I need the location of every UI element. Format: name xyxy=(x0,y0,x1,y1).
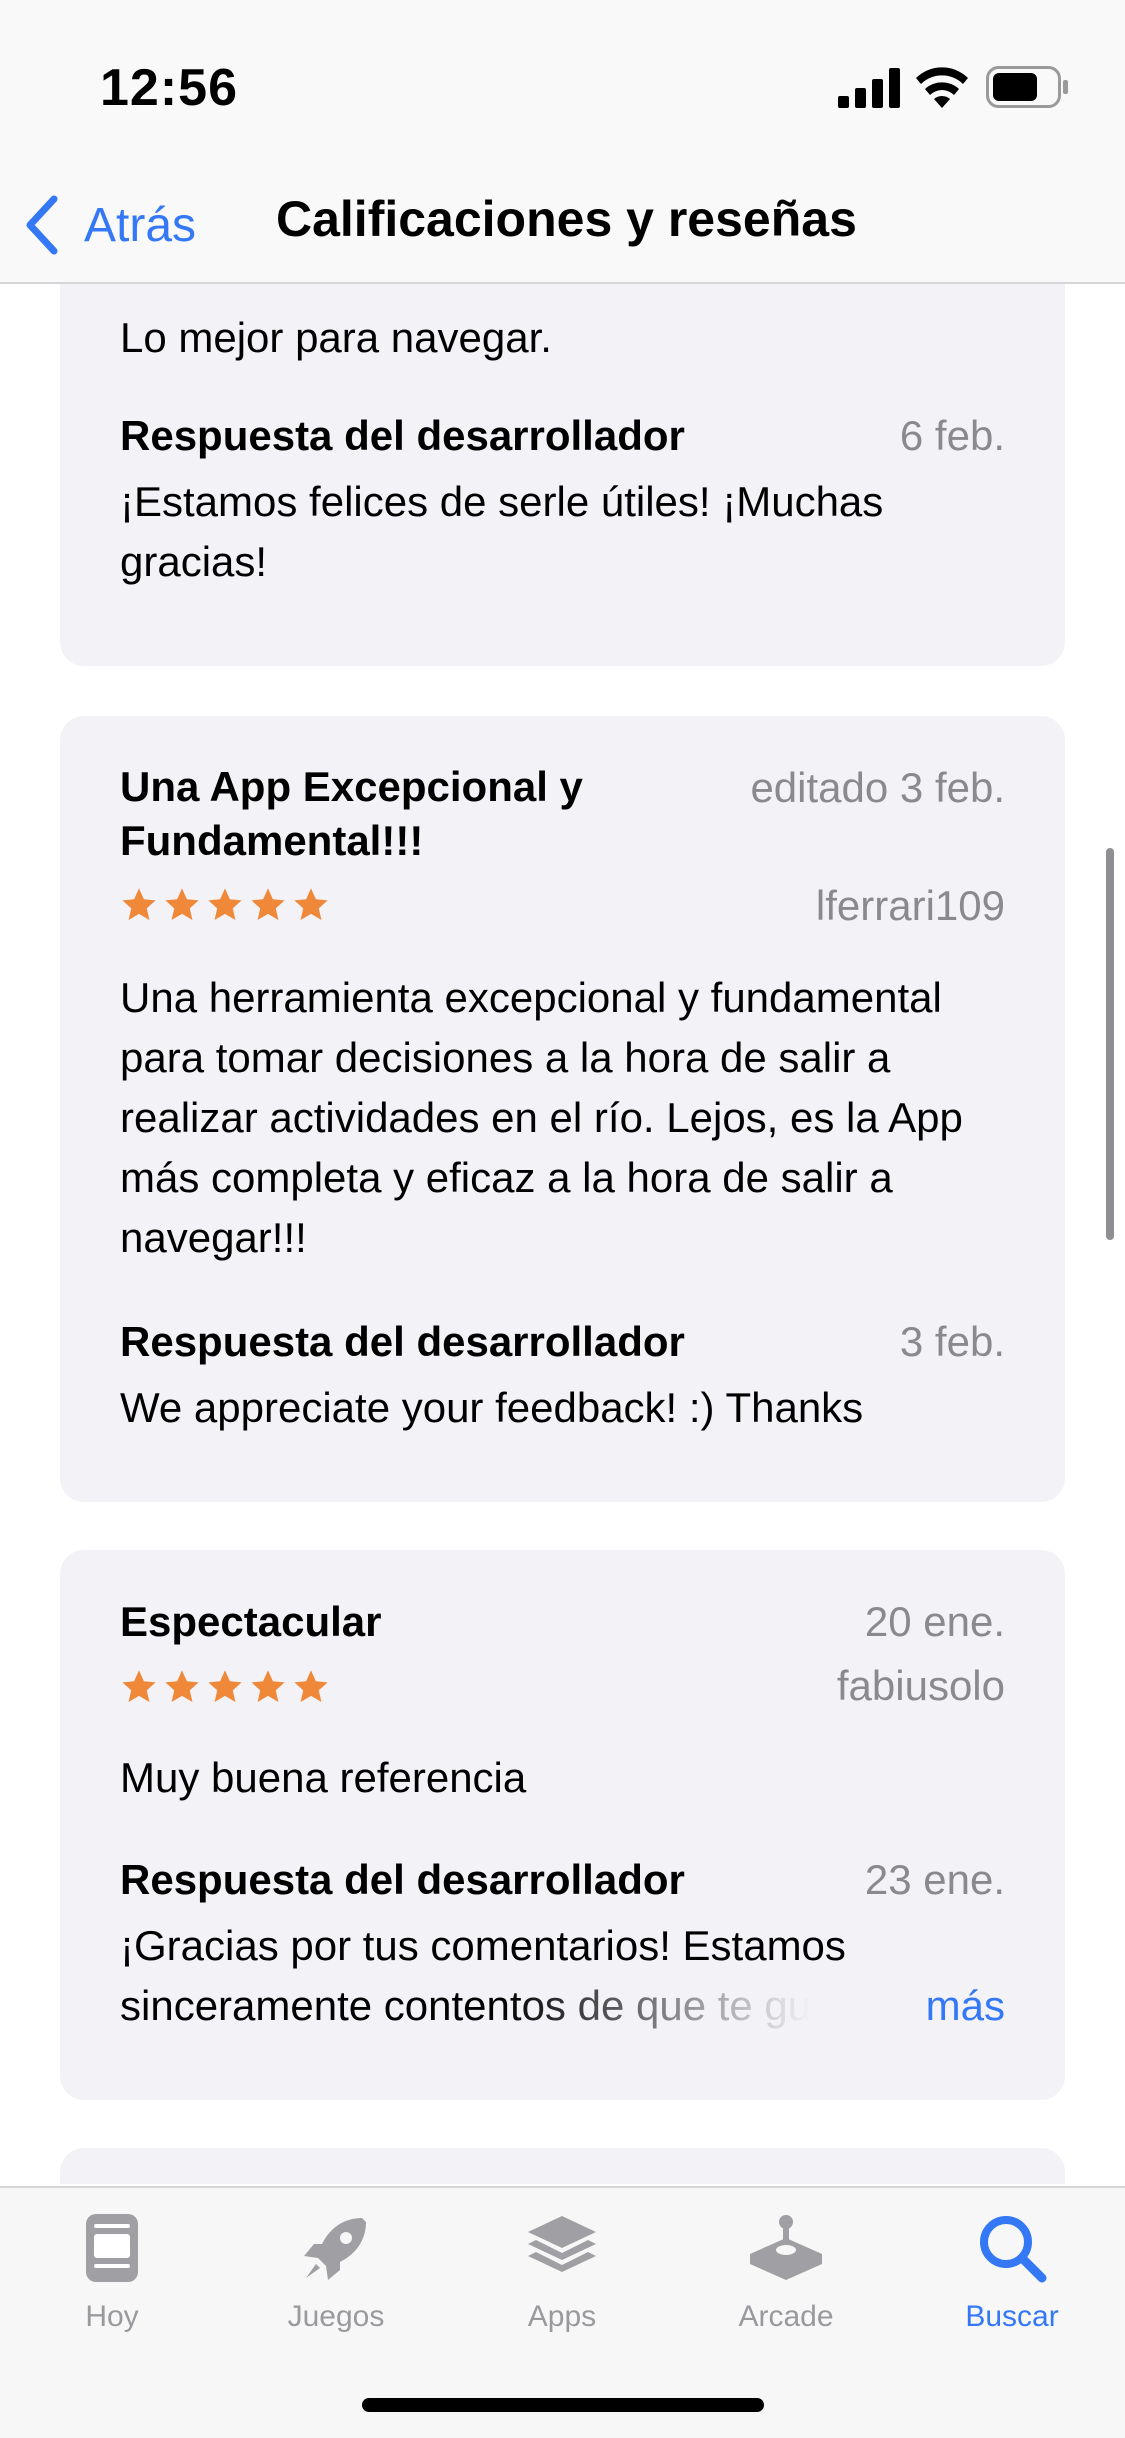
review-title: Una App Excepcional y Fundamental!!! xyxy=(120,763,583,864)
wifi-icon xyxy=(916,67,968,108)
star-icon xyxy=(251,1670,285,1703)
developer-response-header: Respuesta del desarrollador 3 feb. xyxy=(120,1318,1005,1378)
tab-today[interactable]: Hoy xyxy=(12,2208,212,2334)
tab-label: Hoy xyxy=(85,2300,139,2333)
search-icon xyxy=(980,2216,1047,2283)
tab-label: Arcade xyxy=(738,2300,834,2333)
review-date: 20 ene. xyxy=(864,1598,1005,1645)
developer-response-label: Respuesta del desarrollador xyxy=(120,1318,685,1365)
developer-response-text-line1: ¡Gracias por tus comentarios! Estamos xyxy=(120,1922,846,1969)
star-rating xyxy=(120,1668,335,1706)
star-rating xyxy=(120,886,335,924)
review-card[interactable]: Lo mejor para navegar. Respuesta del des… xyxy=(60,284,1065,666)
tab-label: Buscar xyxy=(965,2300,1059,2333)
home-indicator[interactable] xyxy=(362,2398,764,2412)
back-label: Atrás xyxy=(84,198,197,252)
battery-icon xyxy=(986,66,1068,108)
response-date: 3 feb. xyxy=(899,1318,1005,1365)
review-title: Espectacular xyxy=(120,1598,382,1645)
response-date: 23 ene. xyxy=(864,1856,1005,1903)
review-card[interactable]: Espectacular 20 ene. fabiusolo Muy buena… xyxy=(60,1550,1065,2100)
developer-response-text-line2: sinceramente contentos de que te gu más xyxy=(120,1976,1005,2036)
developer-response-text: We appreciate your feedback! :) Thanks xyxy=(120,1384,864,1431)
tab-arcade[interactable]: Arcade xyxy=(686,2208,886,2334)
today-icon xyxy=(86,2214,138,2282)
review-author: lferrari109 xyxy=(815,882,1005,929)
review-card[interactable] xyxy=(60,2148,1065,2184)
developer-response-label: Respuesta del desarrollador xyxy=(120,412,685,459)
review-date: editado 3 feb. xyxy=(750,764,1005,811)
tab-games[interactable]: Juegos xyxy=(236,2208,436,2334)
star-icon xyxy=(208,888,242,921)
more-link[interactable]: más xyxy=(926,1976,1005,2036)
star-icon xyxy=(122,888,156,921)
arcade-joystick-icon xyxy=(750,2215,822,2280)
developer-response-header: Respuesta del desarrollador 23 ene. xyxy=(120,1856,1005,1916)
apps-stack-icon xyxy=(528,2216,596,2272)
review-card[interactable]: Una App Excepcional y Fundamental!!! edi… xyxy=(60,716,1065,1502)
cellular-signal-icon xyxy=(838,68,900,108)
review-author: fabiusolo xyxy=(836,1662,1005,1709)
star-icon xyxy=(208,1670,242,1703)
star-icon xyxy=(165,888,199,921)
back-button[interactable]: Atrás xyxy=(24,180,196,270)
tab-apps[interactable]: Apps xyxy=(462,2208,662,2334)
developer-response-header: Respuesta del desarrollador 6 feb. xyxy=(120,412,1005,472)
star-icon xyxy=(294,1670,328,1703)
review-body: Muy buena referencia xyxy=(120,1754,527,1801)
status-time: 12:56 xyxy=(100,59,238,117)
star-icon xyxy=(122,1670,156,1703)
reviews-list[interactable]: Lo mejor para navegar. Respuesta del des… xyxy=(0,284,1125,2184)
star-icon xyxy=(251,888,285,921)
navigation-bar: Atrás Calificaciones y reseñas xyxy=(0,170,1125,284)
star-icon xyxy=(294,888,328,921)
tab-search[interactable]: Buscar xyxy=(912,2208,1112,2334)
page-title: Calificaciones y reseñas xyxy=(276,191,857,247)
developer-response-text: ¡Estamos felices de serle útiles! ¡Mucha… xyxy=(120,478,884,585)
review-body: Una herramienta excepcional y fundamenta… xyxy=(120,974,963,1261)
tab-label: Apps xyxy=(527,2300,597,2333)
chevron-left-icon xyxy=(26,195,58,255)
star-icon xyxy=(165,1670,199,1703)
developer-response-label: Respuesta del desarrollador xyxy=(120,1856,685,1903)
review-body: Lo mejor para navegar. xyxy=(120,314,552,361)
scrollbar[interactable] xyxy=(1106,848,1114,1240)
status-bar: 12:56 xyxy=(0,0,1125,170)
response-date: 6 feb. xyxy=(899,412,1005,459)
rocket-icon xyxy=(304,2218,366,2280)
truncated-response-text: sinceramente contentos de que te gu xyxy=(120,1982,812,2029)
tab-label: Juegos xyxy=(287,2300,385,2333)
